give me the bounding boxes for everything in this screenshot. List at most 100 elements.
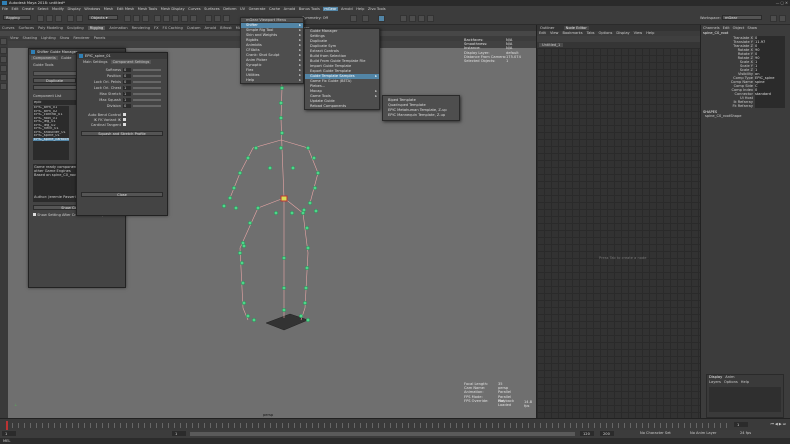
shelf-tab-sculpting[interactable]: Sculpting	[67, 26, 84, 30]
vp-menu-shading[interactable]: Shading	[23, 36, 38, 40]
cb-attr-value[interactable]: 11.97	[755, 40, 785, 44]
attribute-editor-toggle-icon[interactable]	[770, 15, 777, 22]
fps-field[interactable]: 24 fps	[740, 431, 751, 435]
anim-layer-field[interactable]: No Anim Layer	[690, 431, 716, 435]
arnold-light-icon[interactable]	[427, 15, 434, 22]
ne-menu-help[interactable]: Help	[646, 31, 654, 35]
menu-modify[interactable]: Modify	[52, 7, 64, 11]
cb-attr-row[interactable]: Fk Refarray	[703, 104, 785, 108]
menu-generate[interactable]: Generate	[249, 7, 266, 11]
menu-set-dropdown[interactable]: Rigging	[3, 15, 31, 20]
ss-setting-value[interactable]: 1	[123, 92, 131, 96]
render-view-icon[interactable]	[362, 15, 369, 22]
snap-curve-icon[interactable]	[163, 15, 170, 22]
cb-attr-value[interactable]: C	[755, 84, 785, 88]
layer-tab-display[interactable]: Display	[709, 375, 722, 379]
cb-attr-value[interactable]: 1	[755, 68, 785, 72]
select-hierarchy-icon[interactable]	[124, 15, 131, 22]
shelf-tab-rendering[interactable]: Rendering	[132, 26, 150, 30]
menu-arnold-2[interactable]: Arnold	[341, 7, 353, 11]
channel-box-toggle-icon[interactable]	[779, 15, 786, 22]
menu-mesh-tools[interactable]: Mesh Tools	[138, 7, 157, 11]
arnold-render-icon[interactable]	[418, 15, 425, 22]
gm-tab-components[interactable]: Components	[31, 56, 58, 60]
workspace-dropdown[interactable]: mGear	[722, 15, 762, 20]
history-icon[interactable]	[205, 15, 212, 22]
vp-menu-lighting[interactable]: Lighting	[41, 36, 56, 40]
layer-menu-options[interactable]: Options	[724, 380, 738, 384]
menu-surfaces[interactable]: Surfaces	[204, 7, 220, 11]
cb-attr-value[interactable]	[755, 100, 785, 104]
lasso-tool-icon[interactable]	[0, 47, 7, 54]
open-scene-icon[interactable]	[46, 15, 53, 22]
layer-list[interactable]	[709, 387, 781, 412]
cb-tab-edit[interactable]: Edit	[723, 26, 730, 30]
vp-menu-view[interactable]: View	[10, 36, 19, 40]
range-end-inner-field[interactable]: 120	[580, 431, 594, 436]
cb-tab-show[interactable]: Show	[747, 26, 757, 30]
cb-tab-object[interactable]: Object	[733, 26, 745, 30]
gm-show-settings-checkbox[interactable]	[33, 213, 36, 216]
ss-setting-value[interactable]: 1	[123, 98, 131, 102]
template-epic-mannequin[interactable]: EPIC Mannequin Template, Z-up	[383, 113, 459, 118]
shelf-tab-arnold[interactable]: Arnold	[205, 26, 217, 30]
cb-attr-value[interactable]: on	[755, 72, 785, 76]
ss-setting-slider[interactable]	[133, 93, 161, 95]
menu-uv[interactable]: UV	[240, 7, 245, 11]
ne-menu-view2[interactable]: View	[634, 31, 643, 35]
cb-attr-value[interactable]: EPIC_spine	[755, 76, 785, 80]
ss-setting-value[interactable]: 0	[123, 80, 131, 84]
gm-component-list[interactable]: EPIC_arm_01 EPIC_arm_02 EPIC_control_01 EPI…	[33, 106, 69, 160]
menu-cache[interactable]: Cache	[269, 7, 280, 11]
menu-deform[interactable]: Deform	[223, 7, 236, 11]
selection-mode-dropdown[interactable]: Objects ▾	[88, 15, 118, 20]
layer-menu-layers[interactable]: Layers	[709, 380, 721, 384]
menu-mesh[interactable]: Mesh	[104, 7, 113, 11]
gm-tab-guide[interactable]: Guide	[59, 56, 74, 60]
modeling-toolkit-icon[interactable]	[378, 15, 385, 22]
symmetry-label[interactable]: Symmetry: Off	[302, 16, 328, 20]
cb-attr-value[interactable]: 0	[755, 88, 785, 92]
shelf-tab-fx-caching[interactable]: FX Caching	[163, 26, 183, 30]
save-scene-icon[interactable]	[55, 15, 62, 22]
menu-arnold[interactable]: Arnold	[284, 7, 296, 11]
menu-edit-mesh[interactable]: Edit Mesh	[117, 7, 135, 11]
layer-menu-help[interactable]: Help	[741, 380, 749, 384]
menu-help[interactable]: Help	[356, 7, 364, 11]
ne-menu-options[interactable]: Options	[599, 31, 613, 35]
shelf-tab-custom[interactable]: Custom	[187, 26, 201, 30]
render-frame-icon[interactable]	[214, 15, 221, 22]
cb-attr-value[interactable]: 1	[755, 64, 785, 68]
ss-close-button[interactable]: Close	[81, 192, 163, 197]
shelf-tab-surfaces[interactable]: Surfaces	[18, 26, 34, 30]
layer-tab-anim[interactable]: Anim	[725, 375, 734, 379]
paint-select-icon[interactable]	[0, 56, 7, 63]
ss-setting-value[interactable]: 0	[123, 74, 131, 78]
current-frame-field[interactable]: 1	[734, 422, 748, 427]
shelf-tab-rigging[interactable]: Rigging	[87, 26, 106, 30]
redo-icon[interactable]	[76, 15, 83, 22]
menu-zivo-tools[interactable]: Zivo Tools	[368, 7, 386, 11]
cb-attr-value[interactable]: 0	[755, 44, 785, 48]
ne-menu-view[interactable]: View	[550, 31, 559, 35]
menu-display[interactable]: Display	[67, 7, 80, 11]
snap-surface-icon[interactable]	[190, 15, 197, 22]
range-start-field[interactable]: 1	[2, 431, 16, 436]
menu-mgear[interactable]: mGear	[323, 7, 338, 11]
range-slider-bar[interactable]	[190, 432, 575, 436]
tab-outliner[interactable]: Outliner	[540, 26, 554, 30]
menu-select[interactable]: Select	[37, 7, 48, 11]
render-settings-icon[interactable]	[409, 15, 416, 22]
select-tool-icon[interactable]	[0, 38, 7, 45]
ss-tab-component[interactable]: Component Settings	[110, 60, 152, 64]
ss-setting-slider[interactable]	[133, 99, 161, 101]
ss-setting-value[interactable]: 0	[123, 104, 131, 108]
menu-create[interactable]: Create	[22, 7, 34, 11]
gm-duplicate-button[interactable]: Duplicate	[33, 78, 76, 83]
ss-checkbox[interactable]	[123, 118, 126, 121]
select-component-icon[interactable]	[142, 15, 149, 22]
range-end-field[interactable]: 200	[600, 431, 614, 436]
select-object-icon[interactable]	[133, 15, 140, 22]
command-line[interactable]: MEL	[0, 438, 790, 444]
char-set-field[interactable]: No Character Set	[640, 431, 671, 435]
